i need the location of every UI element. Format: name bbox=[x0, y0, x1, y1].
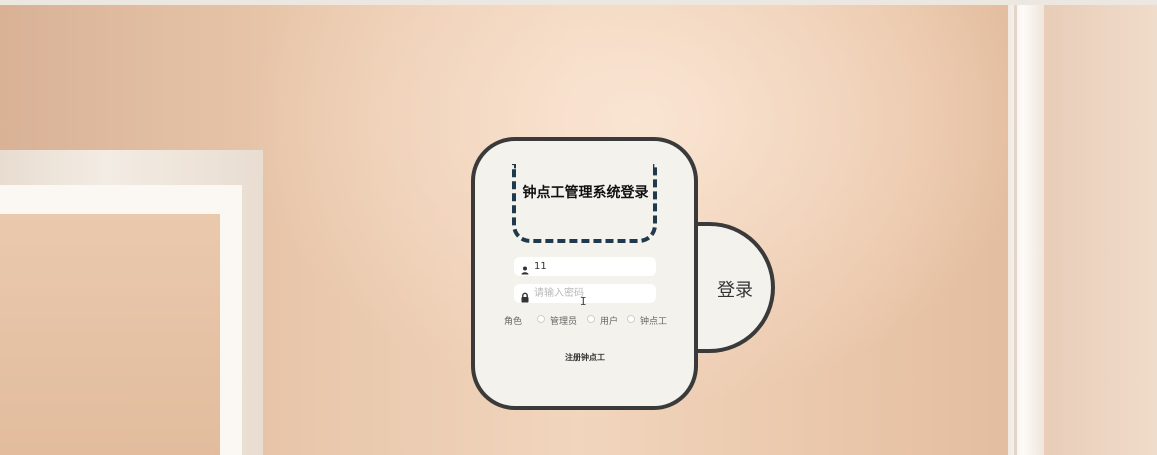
role-option-admin[interactable]: 管理员 bbox=[550, 314, 577, 327]
door-panel bbox=[0, 214, 220, 455]
role-radio-user[interactable] bbox=[587, 315, 595, 323]
page-title: 钟点工管理系统登录 bbox=[522, 185, 649, 201]
register-worker-link[interactable]: 注册钟点工 bbox=[549, 352, 621, 363]
title-frame bbox=[512, 164, 657, 243]
role-option-user[interactable]: 用户 bbox=[600, 314, 618, 327]
username-input[interactable] bbox=[534, 258, 652, 275]
text-cursor-icon: I bbox=[580, 295, 587, 308]
login-page: 登录 钟点工管理系统登录 I 角色 管理员 用户 钟点工 注册钟点 bbox=[0, 0, 1157, 455]
role-label: 角色 bbox=[504, 317, 523, 327]
top-strip bbox=[0, 0, 1157, 5]
right-wall bbox=[1044, 5, 1157, 455]
password-input[interactable] bbox=[534, 285, 652, 302]
login-button-label[interactable]: 登录 bbox=[712, 276, 758, 302]
user-icon bbox=[520, 261, 530, 275]
role-option-worker[interactable]: 钟点工 bbox=[640, 314, 667, 327]
lock-icon bbox=[520, 288, 530, 303]
role-radio-worker[interactable] bbox=[627, 315, 635, 323]
username-field[interactable] bbox=[514, 257, 656, 276]
wall-column-line bbox=[1014, 5, 1017, 455]
role-radio-admin[interactable] bbox=[537, 315, 545, 323]
role-selector: 角色 管理员 用户 钟点工 bbox=[504, 313, 684, 327]
